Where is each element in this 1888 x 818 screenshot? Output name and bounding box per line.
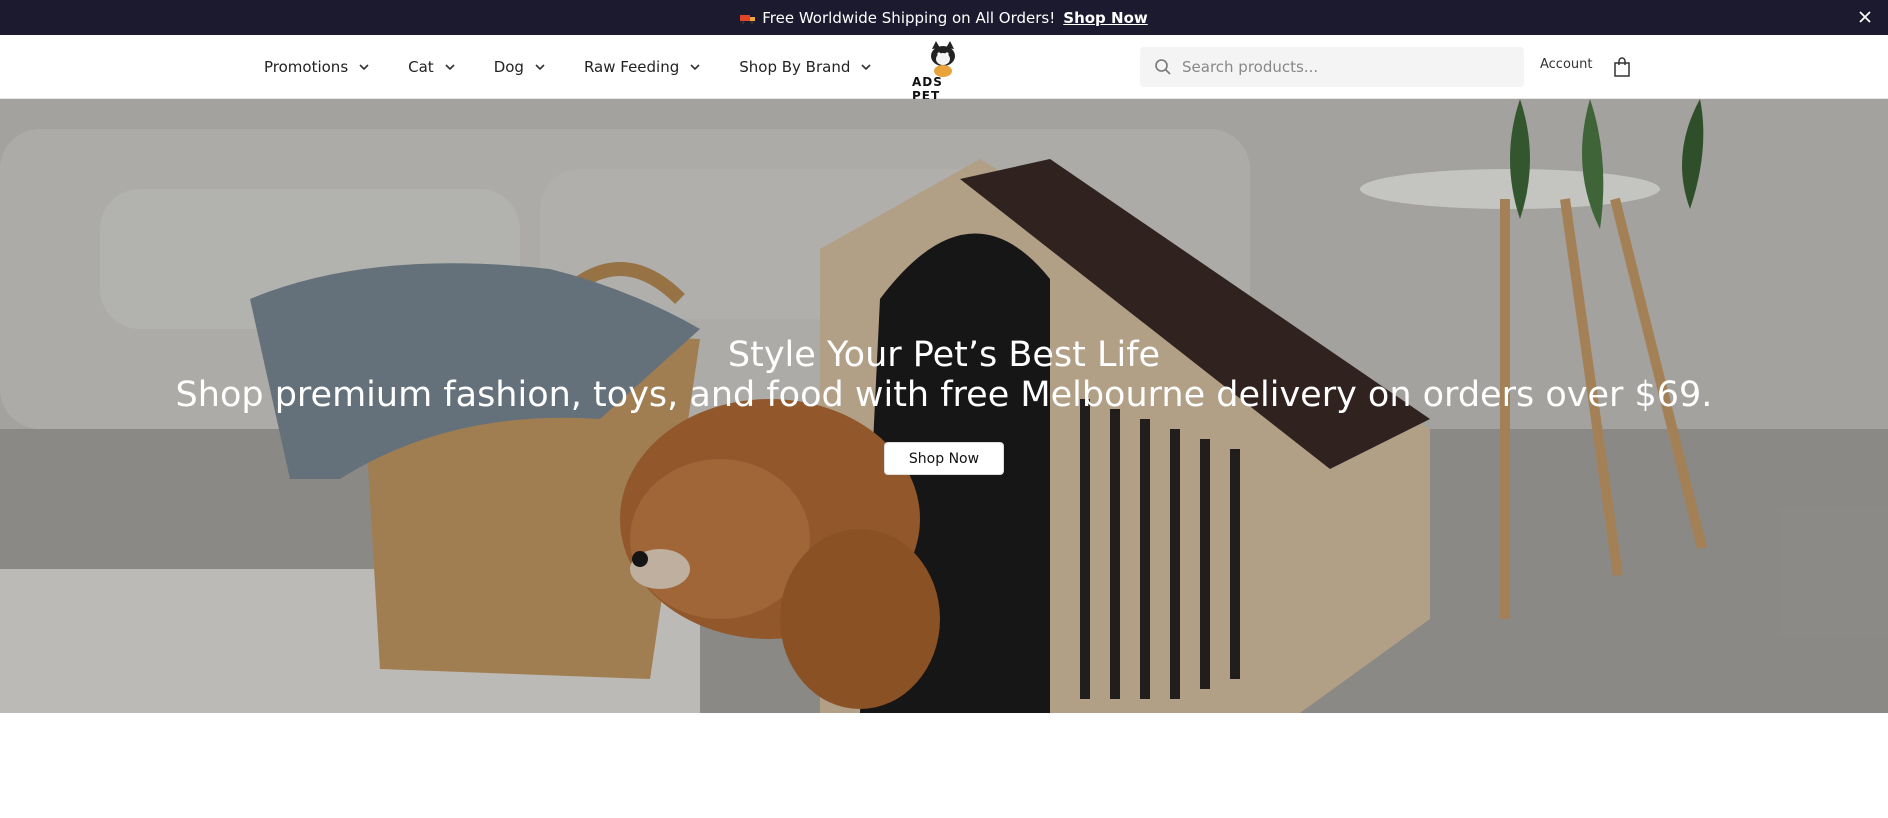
site-logo[interactable]: ADS PET: [910, 41, 976, 103]
hero-shop-now-button[interactable]: Shop Now: [884, 442, 1004, 475]
announcement-message: Free Worldwide Shipping on All Orders!: [762, 8, 1056, 27]
nav-item-label: Promotions: [264, 58, 349, 76]
nav-item-label: Shop By Brand: [739, 58, 851, 76]
close-icon[interactable]: [1856, 8, 1874, 26]
main-nav: Promotions Cat Dog Raw Feeding Shop By B…: [264, 35, 910, 99]
hero-banner: Style Your Pet’s Best Life Shop premium …: [0, 99, 1888, 713]
dog-logo-icon: [931, 41, 955, 77]
nav-item-label: Dog: [493, 58, 524, 76]
nav-item-promotions[interactable]: Promotions: [264, 58, 370, 76]
truck-icon: [740, 14, 756, 24]
nav-item-shop-by-brand[interactable]: Shop By Brand: [739, 58, 872, 76]
chevron-down-icon: [690, 64, 700, 71]
chevron-down-icon: [861, 64, 871, 71]
announcement-bar: Free Worldwide Shipping on All Orders! S…: [0, 0, 1888, 35]
search-input[interactable]: [1182, 58, 1502, 76]
announcement-shop-now-link[interactable]: Shop Now: [1063, 9, 1147, 27]
nav-item-cat[interactable]: Cat: [408, 58, 456, 76]
chevron-down-icon: [359, 64, 369, 71]
search-icon: [1155, 59, 1171, 75]
account-link[interactable]: Account: [1540, 57, 1593, 72]
nav-item-dog[interactable]: Dog: [494, 58, 546, 76]
nav-item-label: Raw Feeding: [583, 58, 680, 76]
chevron-down-icon: [535, 64, 545, 71]
search-box[interactable]: [1140, 47, 1524, 87]
chevron-down-icon: [445, 64, 455, 71]
shopping-bag-icon[interactable]: [1613, 57, 1631, 77]
hero-title: Style Your Pet’s Best Life: [727, 335, 1161, 375]
site-header: Promotions Cat Dog Raw Feeding Shop By B…: [0, 35, 1888, 103]
hero-subtitle: Shop premium fashion, toys, and food wit…: [175, 375, 1713, 415]
nav-item-label: Cat: [408, 58, 434, 76]
nav-item-raw-feeding[interactable]: Raw Feeding: [584, 58, 701, 76]
